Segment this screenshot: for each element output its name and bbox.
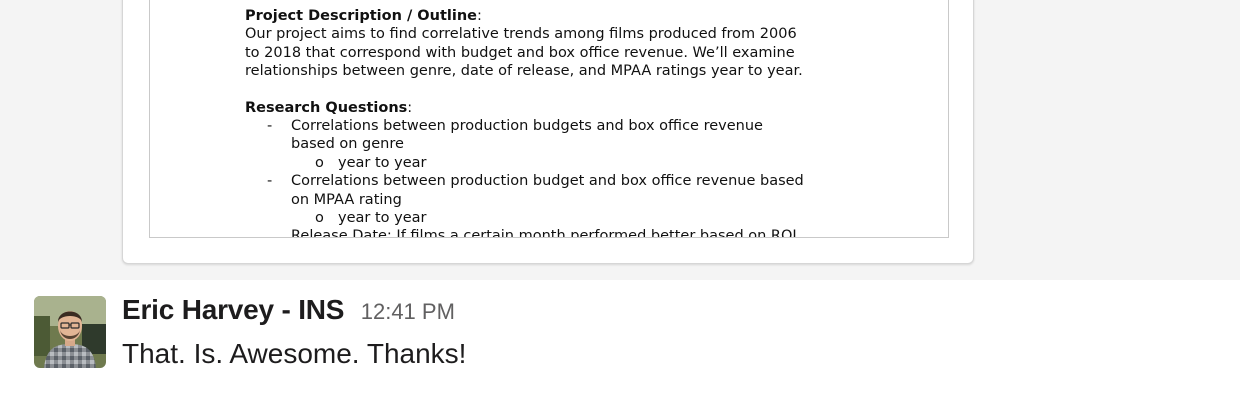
doc-heading-outline: Project Description / Outline:: [245, 7, 895, 25]
doc-heading-research: Research Questions:: [245, 99, 895, 117]
file-preview-area: Project Description / Outline: Our proje…: [0, 0, 1240, 280]
doc-heading-colon: :: [476, 8, 482, 24]
doc-paragraph-line: to 2018 that correspond with budget and …: [245, 44, 795, 61]
doc-spacer: [245, 81, 895, 99]
doc-paragraph-line: relationships between genre, date of rel…: [245, 63, 803, 80]
bullet-circle-icon: o: [315, 154, 324, 171]
document-page: Project Description / Outline: Our proje…: [149, 0, 949, 238]
document-content: Project Description / Outline: Our proje…: [245, 7, 895, 238]
sender-name[interactable]: Eric Harvey - INS: [122, 294, 344, 325]
doc-bullet-item: - Correlations between production budget…: [245, 172, 895, 209]
doc-paragraph-line: Our project aims to find correlative tre…: [245, 26, 797, 43]
user-avatar-photo-icon[interactable]: [34, 296, 106, 368]
doc-bullet-line: Correlations between production budget a…: [291, 173, 804, 190]
doc-sub-bullet-item: o year to year: [245, 154, 895, 172]
doc-sub-bullet-line: year to year: [338, 154, 427, 171]
bullet-circle-icon: o: [315, 210, 324, 227]
message-timestamp[interactable]: 12:41 PM: [361, 299, 455, 324]
bullet-dash-icon: -: [267, 118, 273, 135]
doc-heading-outline-text: Project Description / Outline: [245, 8, 477, 24]
doc-bullet-item: - Correlations between production budget…: [245, 117, 895, 154]
doc-heading-research-text: Research Questions: [245, 99, 408, 116]
doc-sub-bullet-line: year to year: [338, 210, 427, 227]
doc-bullet-line: Correlations between production budgets …: [291, 118, 763, 135]
bullet-dash-icon: -: [267, 173, 273, 190]
doc-bullet-line: on MPAA rating: [291, 191, 402, 208]
message-text: That. Is. Awesome. Thanks!: [122, 338, 467, 369]
doc-bullet-line: based on genre: [291, 136, 404, 153]
doc-heading-colon: :: [407, 99, 413, 116]
doc-sub-bullet-item: o year to year: [245, 209, 895, 227]
avatar-image: [34, 296, 106, 368]
message-header: Eric Harvey - INS 12:41 PM: [122, 294, 455, 326]
document-preview-card[interactable]: Project Description / Outline: Our proje…: [122, 0, 974, 264]
doc-bullet-line: Release Date: If films a certain month p…: [291, 228, 797, 238]
doc-bullet-item: Release Date: If films a certain month p…: [245, 227, 895, 238]
chat-message: Eric Harvey - INS 12:41 PM That. Is. Awe…: [0, 280, 1240, 400]
